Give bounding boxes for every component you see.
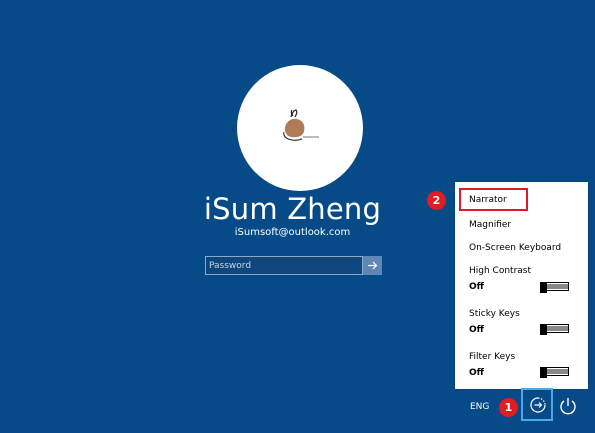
password-input[interactable] — [206, 257, 362, 274]
toggle-knob — [540, 324, 547, 335]
filter-keys-label: Filter Keys — [469, 352, 516, 362]
brand-logo-icon — [283, 109, 320, 141]
step-1-badge: 1 — [499, 398, 518, 417]
toggle-track — [547, 369, 568, 374]
ease-of-access-menu: Narrator Magnifier On-Screen Keyboard Hi… — [455, 182, 588, 389]
ease-of-access-button[interactable] — [521, 388, 553, 421]
submit-password-button[interactable] — [363, 256, 382, 275]
toggle-track — [547, 284, 568, 289]
sticky-keys-state: Off — [469, 325, 484, 335]
menu-item-on-screen-keyboard[interactable]: On-Screen Keyboard — [469, 243, 561, 253]
ease-of-access-icon — [530, 397, 546, 413]
toggle-knob — [540, 282, 547, 293]
language-indicator[interactable]: ENG — [470, 402, 489, 412]
toggle-knob — [540, 367, 547, 378]
high-contrast-toggle[interactable] — [540, 282, 569, 293]
filter-keys-toggle[interactable] — [540, 367, 569, 378]
menu-item-narrator[interactable]: Narrator — [469, 195, 507, 205]
high-contrast-state: Off — [469, 282, 484, 292]
filter-keys-state: Off — [469, 368, 484, 378]
toggle-track — [547, 326, 568, 331]
power-icon[interactable] — [558, 396, 578, 416]
password-field-container[interactable] — [205, 256, 363, 275]
user-avatar — [237, 65, 363, 191]
sticky-keys-toggle[interactable] — [540, 324, 569, 335]
sticky-keys-label: Sticky Keys — [469, 309, 520, 319]
arrow-right-icon — [368, 261, 378, 270]
high-contrast-label: High Contrast — [469, 266, 532, 276]
lock-screen: iSum Zheng iSumsoft@outlook.com Narrator… — [0, 0, 595, 433]
menu-item-magnifier[interactable]: Magnifier — [469, 220, 511, 230]
step-2-badge: 2 — [427, 191, 446, 210]
